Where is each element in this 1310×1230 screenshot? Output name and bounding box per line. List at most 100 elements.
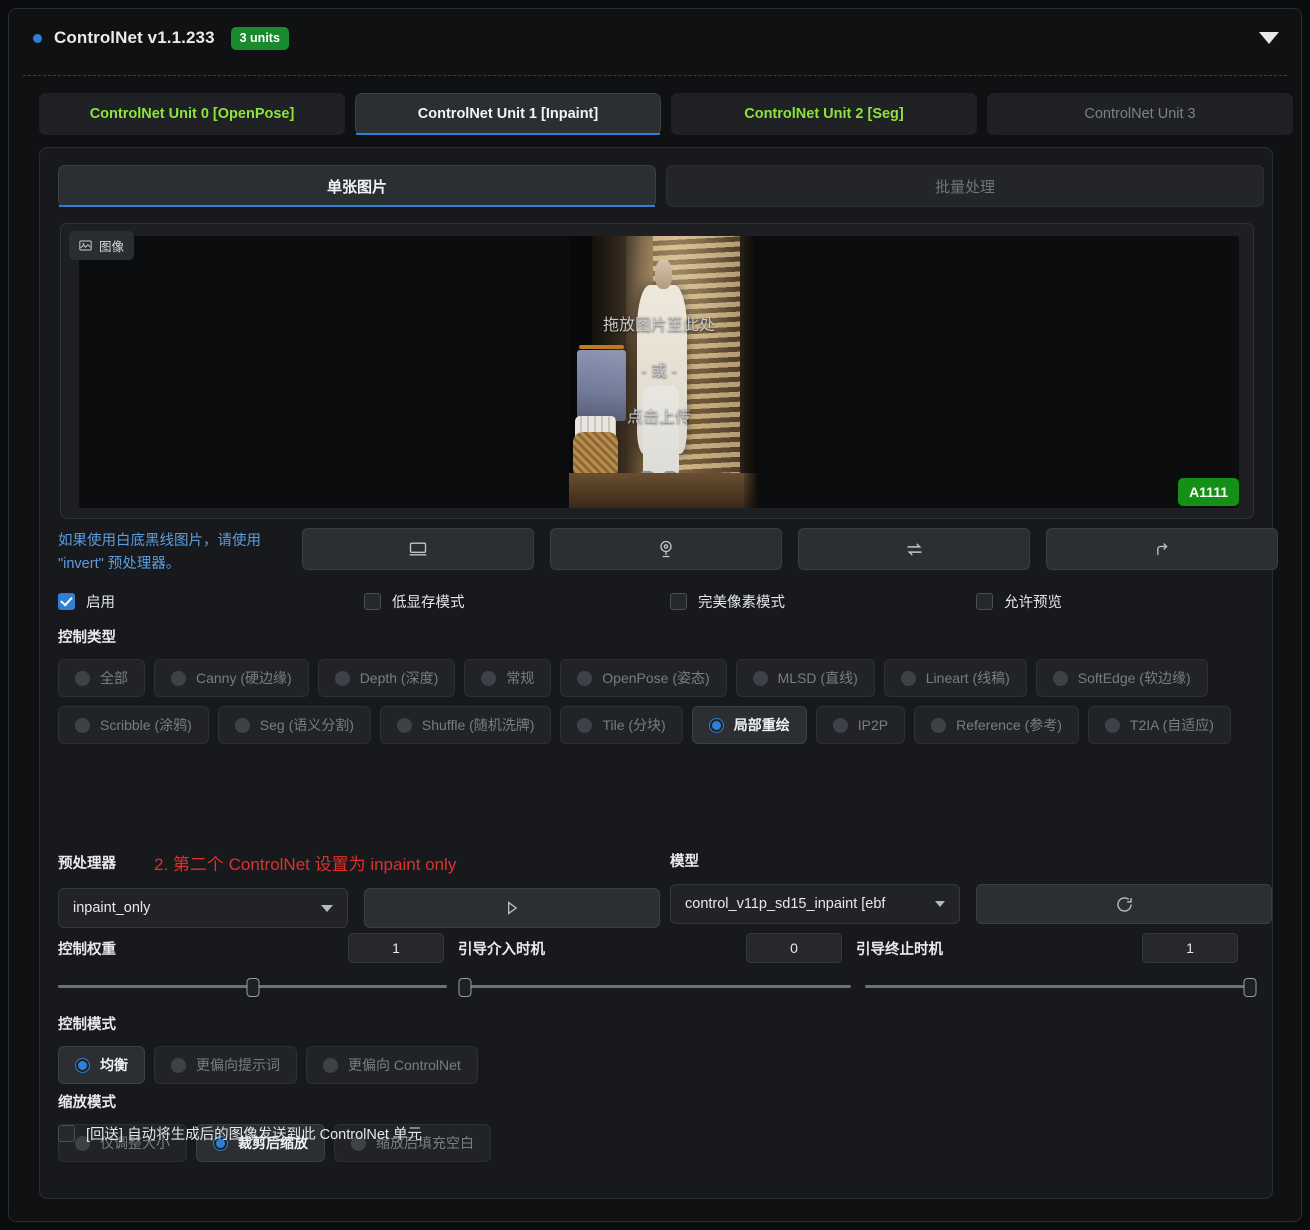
control-type-options: 全部 Canny (硬边缘) Depth (深度) 常规 OpenPose (姿… xyxy=(58,659,1254,744)
checkbox-enable[interactable]: 启用 xyxy=(58,591,364,612)
checkbox-low-vram-label: 低显存模式 xyxy=(392,591,465,612)
preprocessor-label: 预处理器 xyxy=(58,852,116,873)
tab-unit-2-label: ControlNet Unit 2 [Seg] xyxy=(744,106,904,122)
control-type-reference-label: Reference (参考) xyxy=(956,715,1062,735)
control-type-reference[interactable]: Reference (参考) xyxy=(914,706,1079,744)
dropzone-canvas[interactable]: 拖放图片至此处 - 或 - 点击上传 xyxy=(79,236,1239,508)
webcam-icon xyxy=(656,539,676,559)
tab-unit-0[interactable]: ControlNet Unit 0 [OpenPose] xyxy=(39,93,345,135)
control-mode-balanced-label: 均衡 xyxy=(100,1055,128,1075)
monitor-icon xyxy=(408,539,428,559)
swap-icon xyxy=(904,539,925,560)
control-mode-label: 控制模式 xyxy=(58,1013,478,1034)
page-title: ControlNet v1.1.233 xyxy=(54,28,215,48)
tab-single-image[interactable]: 单张图片 xyxy=(58,165,656,207)
radio-dot-icon xyxy=(577,671,592,686)
model-label: 模型 xyxy=(670,850,1272,871)
preprocessor-value: inpaint_only xyxy=(73,900,150,916)
control-type-seg[interactable]: Seg (语义分割) xyxy=(218,706,371,744)
radio-dot-icon xyxy=(577,718,592,733)
webcam-button[interactable] xyxy=(550,528,782,570)
checkbox-loopback[interactable]: [回送] 自动将生成后的图像发送到此 ControlNet 单元 xyxy=(58,1123,422,1144)
tab-unit-1[interactable]: ControlNet Unit 1 [Inpaint] xyxy=(355,93,661,135)
send-to-button[interactable] xyxy=(1046,528,1278,570)
preprocessor-dropdown[interactable]: inpaint_only xyxy=(58,888,348,928)
tab-unit-3[interactable]: ControlNet Unit 3 xyxy=(987,93,1293,135)
annotation-text: 2. 第二个 ControlNet 设置为 inpaint only xyxy=(154,850,456,875)
model-refresh-button[interactable] xyxy=(976,884,1272,924)
control-mode-balanced[interactable]: 均衡 xyxy=(58,1046,145,1084)
control-type-tile-label: Tile (分块) xyxy=(602,715,665,735)
slider-thumb[interactable] xyxy=(1244,978,1257,997)
dropzone-label-text: 图像 xyxy=(99,236,124,255)
radio-dot-icon xyxy=(235,718,250,733)
control-weight-slider[interactable] xyxy=(58,978,447,994)
photo-mannequin-legs xyxy=(643,386,679,476)
checkbox-low-vram[interactable]: 低显存模式 xyxy=(364,591,670,612)
guidance-start-slider[interactable] xyxy=(461,978,850,994)
control-type-tile[interactable]: Tile (分块) xyxy=(560,706,682,744)
control-type-openpose[interactable]: OpenPose (姿态) xyxy=(560,659,726,697)
control-type-seg-label: Seg (语义分割) xyxy=(260,715,354,735)
screen-capture-button[interactable] xyxy=(302,528,534,570)
control-weight-value[interactable]: 1 xyxy=(348,933,444,963)
photo-clothes-rack xyxy=(577,350,626,421)
control-type-ip2p[interactable]: IP2P xyxy=(816,706,905,744)
control-type-normal-label: 常规 xyxy=(506,668,534,688)
control-type-softedge[interactable]: SoftEdge (软边缘) xyxy=(1036,659,1208,697)
control-mode-prompt[interactable]: 更偏向提示词 xyxy=(154,1046,297,1084)
guidance-start-value[interactable]: 0 xyxy=(746,933,842,963)
model-dropdown[interactable]: control_v11p_sd15_inpaint [ebf xyxy=(670,884,960,924)
image-dropzone[interactable]: 图像 拖放图片至此处 - 或 - 点击上传 xyxy=(60,223,1254,519)
header-divider xyxy=(23,75,1287,76)
radio-dot-icon xyxy=(171,1058,186,1073)
panel-header[interactable]: ControlNet v1.1.233 3 units xyxy=(9,9,1301,67)
model-value: control_v11p_sd15_inpaint [ebf xyxy=(685,896,885,912)
radio-dot-icon xyxy=(1053,671,1068,686)
slider-thumb[interactable] xyxy=(459,978,472,997)
radio-dot-icon xyxy=(481,671,496,686)
control-type-mlsd[interactable]: MLSD (直线) xyxy=(736,659,875,697)
control-type-depth[interactable]: Depth (深度) xyxy=(318,659,456,697)
radio-dot-icon xyxy=(75,718,90,733)
option-checkbox-row: 启用 低显存模式 完美像素模式 允许预览 xyxy=(58,591,1254,612)
slider-thumb[interactable] xyxy=(246,978,259,997)
caret-down-icon[interactable] xyxy=(1259,32,1279,44)
tab-unit-2[interactable]: ControlNet Unit 2 [Seg] xyxy=(671,93,977,135)
invert-hint-text: 如果使用白底黑线图片，请使用 "invert" 预处理器。 xyxy=(58,530,298,576)
control-type-scribble[interactable]: Scribble (涂鸦) xyxy=(58,706,209,744)
control-type-all[interactable]: 全部 xyxy=(58,659,145,697)
control-type-mlsd-label: MLSD (直线) xyxy=(778,668,858,688)
control-type-normal[interactable]: 常规 xyxy=(464,659,551,697)
checkbox-pixel-perfect[interactable]: 完美像素模式 xyxy=(670,591,976,612)
radio-dot-icon xyxy=(833,718,848,733)
control-type-canny[interactable]: Canny (硬边缘) xyxy=(154,659,309,697)
tab-batch-process[interactable]: 批量处理 xyxy=(666,165,1264,207)
radio-dot-icon xyxy=(335,671,350,686)
checkbox-allow-preview[interactable]: 允许预览 xyxy=(976,591,1062,612)
guidance-end-slider[interactable] xyxy=(865,978,1254,994)
radio-dot-icon xyxy=(753,671,768,686)
guidance-end-value[interactable]: 1 xyxy=(1142,933,1238,963)
control-type-lineart[interactable]: Lineart (线稿) xyxy=(884,659,1027,697)
control-type-t2ia[interactable]: T2IA (自适应) xyxy=(1088,706,1231,744)
control-type-shuffle[interactable]: Shuffle (随机洗牌) xyxy=(380,706,552,744)
image-source-button-row xyxy=(302,528,1278,570)
swap-button[interactable] xyxy=(798,528,1030,570)
photo-mannequin-head xyxy=(655,259,671,289)
mode-tab-bar: 单张图片 批量处理 xyxy=(58,165,1264,207)
control-type-lineart-label: Lineart (线稿) xyxy=(926,668,1010,688)
tab-unit-3-label: ControlNet Unit 3 xyxy=(1084,106,1195,122)
photo-floor xyxy=(569,473,759,508)
preprocessor-run-button[interactable] xyxy=(364,888,660,928)
control-mode-controlnet[interactable]: 更偏向 ControlNet xyxy=(306,1046,478,1084)
checkbox-enable-box xyxy=(58,593,75,610)
control-type-ip2p-label: IP2P xyxy=(858,717,888,733)
radio-dot-icon xyxy=(397,718,412,733)
resize-mode-label: 缩放模式 xyxy=(58,1091,491,1112)
slider-track xyxy=(865,985,1254,988)
radio-dot-icon xyxy=(75,671,90,686)
radio-dot-icon xyxy=(323,1058,338,1073)
control-type-inpaint[interactable]: 局部重绘 xyxy=(692,706,807,744)
slider-section: 控制权重 1 引导介入时机 0 引导终止时机 1 xyxy=(58,933,1254,994)
